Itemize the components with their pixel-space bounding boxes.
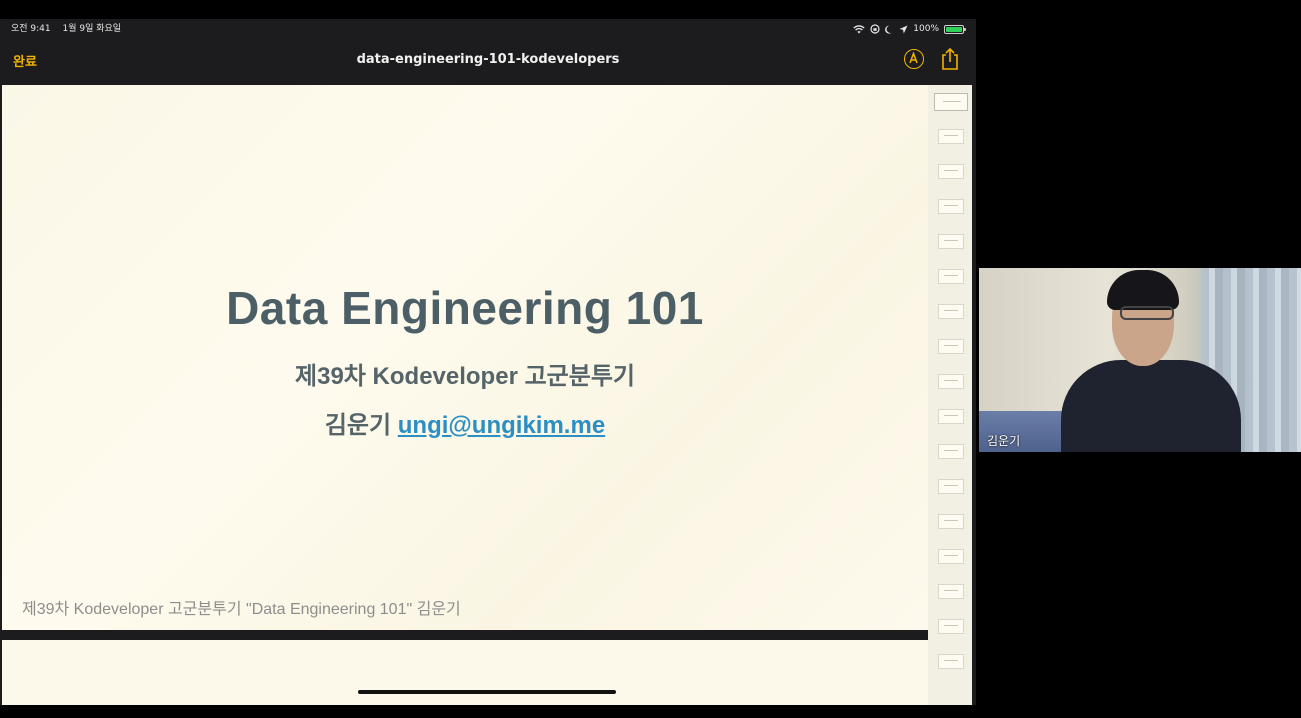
document-navbar: 완료 data-engineering-101-kodevelopers [0, 39, 976, 83]
participant-name-label: 김운기 [987, 434, 1021, 448]
slide-footer: 제39차 Kodeveloper 고군분투기 "Data Engineering… [22, 601, 461, 618]
slide-thumbnail[interactable] [938, 234, 964, 249]
slide-title: Data Engineering 101 [226, 282, 704, 334]
slide-thumbnail-rail[interactable] [928, 85, 972, 705]
participant-body [1061, 360, 1241, 452]
next-slide-preview [2, 640, 928, 705]
slide-thumbnail[interactable] [938, 619, 964, 634]
share-icon[interactable] [940, 47, 960, 71]
slide-thumbnail[interactable] [938, 374, 964, 389]
screen-lock-icon [870, 24, 880, 34]
current-slide: Data Engineering 101 제39차 Kodeveloper 고군… [2, 85, 928, 630]
slide-thumbnail[interactable] [938, 129, 964, 144]
slide-thumbnail[interactable] [938, 339, 964, 354]
slide-thumbnail[interactable] [938, 164, 964, 179]
participant-hair [1107, 270, 1179, 310]
participant-video-tile[interactable]: 김운기 [979, 268, 1301, 452]
author-email-link[interactable]: ungi@ungikim.me [398, 412, 605, 439]
screen: 오전 9:41 1월 9일 화요일 100% 완료 data-engineeri… [0, 0, 1301, 718]
slide-subtitle: 제39차 Kodeveloper 고군분투기 [295, 363, 635, 390]
document-title: data-engineering-101-kodevelopers [356, 52, 620, 67]
status-date: 1월 9일 화요일 [62, 24, 122, 34]
battery-icon [944, 24, 966, 34]
slide-thumbnail[interactable] [938, 584, 964, 599]
moon-icon [885, 25, 892, 34]
ipad-shared-screen: 오전 9:41 1월 9일 화요일 100% 완료 data-engineeri… [0, 19, 976, 705]
markup-pen-icon[interactable] [904, 49, 924, 69]
slide-thumbnail[interactable] [938, 304, 964, 319]
slide-thumbnail[interactable] [938, 514, 964, 529]
slide-thumbnail[interactable] [938, 549, 964, 564]
slide-thumbnail[interactable] [938, 479, 964, 494]
home-indicator[interactable] [358, 690, 616, 694]
slide-thumbnail[interactable] [938, 409, 964, 424]
participant-glasses [1120, 306, 1174, 320]
battery-percentage: 100% [913, 24, 939, 34]
slide-author: 김운기 ungi@ungikim.me [2, 405, 928, 440]
status-bar: 오전 9:41 1월 9일 화요일 100% [0, 19, 976, 39]
location-arrow-icon [899, 25, 908, 33]
slide-thumbnail[interactable] [938, 199, 964, 214]
status-time: 오전 9:41 [11, 24, 51, 34]
author-name: 김운기 [324, 412, 392, 439]
slide-thumbnail[interactable] [934, 93, 968, 111]
wifi-icon [853, 24, 865, 33]
slide-thumbnail[interactable] [938, 269, 964, 284]
slide-thumbnail[interactable] [938, 654, 964, 669]
slide-thumbnail[interactable] [938, 444, 964, 459]
